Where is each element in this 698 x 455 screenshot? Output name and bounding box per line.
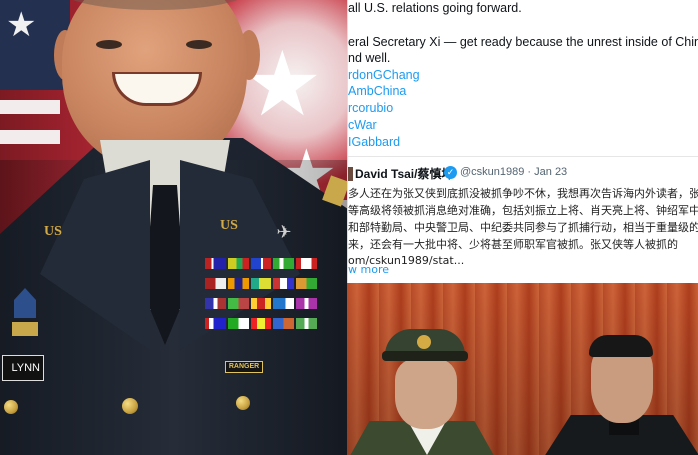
cap-badge-icon <box>417 335 431 349</box>
face <box>395 359 457 429</box>
divider <box>348 156 698 157</box>
ribbon <box>227 278 249 289</box>
ribbon <box>205 278 226 289</box>
mention-link[interactable]: rcorubio <box>348 100 393 116</box>
ribbon <box>250 318 272 329</box>
ribbon <box>296 278 317 289</box>
hair <box>589 335 653 357</box>
quoted-author-handle: @cskun1989 · Jan 23 <box>460 166 568 178</box>
collar-pin-right: US <box>220 218 238 233</box>
uniform-button <box>122 398 138 414</box>
flag-stripe <box>0 100 60 114</box>
eye <box>186 40 212 49</box>
ribbon <box>250 278 272 289</box>
ribbon <box>227 298 249 309</box>
ribbon <box>296 298 317 309</box>
ribbon <box>250 258 272 269</box>
ribbon <box>273 278 295 289</box>
officials-photo <box>347 283 698 455</box>
portrait-photo: ★ ★ ★ US US ✈ RANGER LYNN <box>0 0 347 455</box>
ribbon <box>273 318 295 329</box>
ribbon <box>296 318 317 329</box>
shoulder-cord <box>12 322 38 336</box>
mention-link[interactable]: rdonGChang <box>348 67 420 83</box>
ribbon <box>273 298 295 309</box>
quoted-tweet[interactable]: David Tsai/蔡慎坤 ✓ @cskun1989 · Jan 23 多人还… <box>348 160 698 283</box>
avatar <box>348 167 353 181</box>
uniform-button <box>236 396 250 410</box>
tweet-screenshot: all U.S. relations going forward. eral S… <box>347 0 698 283</box>
flag-stripe <box>0 130 60 144</box>
tweet-text-line: all U.S. relations going forward. <box>348 1 522 15</box>
uniform-button <box>4 400 18 414</box>
nametag: LYNN <box>2 355 44 381</box>
quoted-text-line: 等高级将领被抓消息绝对准确，包括刘振立上将、肖天亮上将、钟绍军中将等 <box>348 204 698 217</box>
tweet-text-line: eral Secretary Xi — get ready because th… <box>348 35 698 49</box>
ribbon <box>205 318 226 329</box>
ribbon <box>227 258 249 269</box>
ribbon <box>205 258 226 269</box>
wings-badge-icon: ✈ <box>276 222 292 242</box>
quoted-author-name[interactable]: David Tsai/蔡慎坤 <box>355 165 453 182</box>
ribbon-rack <box>205 258 317 336</box>
flag-star-icon: ★ <box>6 6 37 44</box>
ribbon <box>273 258 295 269</box>
ribbon <box>227 318 249 329</box>
quoted-text-line: 多人还在为张又侠到底抓没被抓争吵不休，我想再次告诉海内外读者，张又侠 <box>348 187 698 200</box>
quoted-text-line: 来，还会有一大批中将、少将甚至师职军官被抓。张又侠等人被抓的 <box>348 238 678 251</box>
collar-pin-left: US <box>44 224 62 239</box>
eye <box>96 40 122 49</box>
ribbon <box>296 258 317 269</box>
ribbon <box>250 298 272 309</box>
ranger-tab: RANGER <box>225 361 263 373</box>
mention-link[interactable]: cWar <box>348 117 377 133</box>
show-more-link[interactable]: w more <box>348 262 389 278</box>
cap-band <box>382 351 468 361</box>
quoted-text-line: 和部特勤局、中央警卫局、中纪委共同参与了抓捕行动，相当于重量级的军变 <box>348 221 698 234</box>
ribbon <box>205 298 226 309</box>
mention-link[interactable]: IGabbard <box>348 134 400 150</box>
tweet-text-line: nd well. <box>348 51 391 65</box>
mention-link[interactable]: AmbChina <box>348 83 406 99</box>
verified-badge-icon: ✓ <box>444 166 457 179</box>
